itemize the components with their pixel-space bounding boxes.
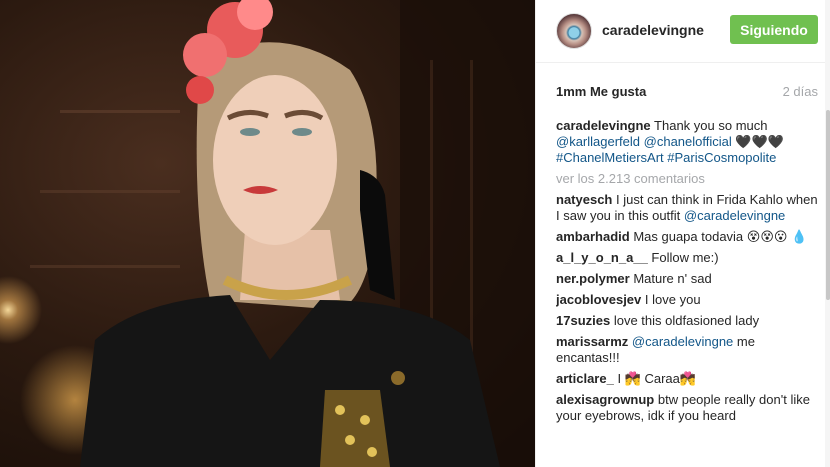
- comment-username[interactable]: a_l_y_o_n_a__: [556, 250, 648, 265]
- photo-illustration: [30, 0, 535, 467]
- comment-username[interactable]: 17suzies: [556, 313, 610, 328]
- post-header: caradelevingne Siguiendo: [536, 0, 830, 63]
- comment: articlare_ I 💏 Caraa💏: [556, 371, 818, 387]
- caption: caradelevingne Thank you so much @karlla…: [556, 118, 818, 166]
- post-details-panel: caradelevingne Siguiendo 1mm Me gusta 2 …: [535, 0, 830, 467]
- avatar[interactable]: [556, 13, 592, 49]
- comment-username[interactable]: alexisagrownup: [556, 392, 654, 407]
- comment-text: I 💏 Caraa💏: [617, 371, 697, 386]
- hearts-emoji: 🖤🖤🖤: [735, 134, 784, 149]
- comment-text: Mas guapa todavia 😵😵😮 💧: [633, 229, 808, 244]
- comment: 17suzies love this oldfasioned lady: [556, 313, 818, 329]
- comment: alexisagrownup btw people really don't l…: [556, 392, 818, 424]
- comment-username[interactable]: jacoblovesjev: [556, 292, 641, 307]
- post-photo: [0, 0, 535, 467]
- comments-scrollbar-thumb[interactable]: [826, 110, 830, 300]
- comment-text: Follow me:): [651, 250, 719, 265]
- comment: jacoblovesjev I love you: [556, 292, 818, 308]
- comment: ambarhadid Mas guapa todavia 😵😵😮 💧: [556, 229, 818, 245]
- comment-text: Mature n' sad: [633, 271, 712, 286]
- caption-text: Thank you so much: [654, 118, 768, 133]
- comment: natyesch I just can think in Frida Kahlo…: [556, 192, 818, 224]
- post-username[interactable]: caradelevingne: [602, 22, 704, 38]
- comment: ner.polymer Mature n' sad: [556, 271, 818, 287]
- comment: a_l_y_o_n_a__ Follow me:): [556, 250, 818, 266]
- comment-text: love this oldfasioned lady: [613, 313, 760, 328]
- likes-row: 1mm Me gusta 2 días: [556, 84, 818, 100]
- comments-list: caradelevingne Thank you so much @karlla…: [556, 118, 818, 467]
- comment-mention[interactable]: @caradelevingne: [632, 334, 733, 349]
- caption-hashtag[interactable]: #ParisCosmopolite: [667, 150, 776, 165]
- caption-username[interactable]: caradelevingne: [556, 118, 651, 133]
- comment-username[interactable]: articlare_: [556, 371, 614, 386]
- comment-username[interactable]: ner.polymer: [556, 271, 630, 286]
- comment-username[interactable]: ambarhadid: [556, 229, 630, 244]
- caption-mention[interactable]: @karllagerfeld: [556, 134, 640, 149]
- likes-count[interactable]: 1mm Me gusta: [556, 84, 646, 99]
- caption-hashtag[interactable]: #ChanelMetiersArt: [556, 150, 664, 165]
- post-time[interactable]: 2 días: [783, 84, 818, 99]
- caption-mention[interactable]: @chanelofficial: [644, 134, 732, 149]
- comment-username[interactable]: natyesch: [556, 192, 612, 207]
- comment-username[interactable]: marissarmz: [556, 334, 628, 349]
- comment-text: I love you: [644, 292, 701, 307]
- view-all-comments-link[interactable]: ver los 2.213 comentarios: [556, 171, 818, 187]
- following-button[interactable]: Siguiendo: [730, 15, 818, 44]
- comment-mention[interactable]: @caradelevingne: [684, 208, 785, 223]
- comment: marissarmz @caradelevingne me encantas!!…: [556, 334, 818, 366]
